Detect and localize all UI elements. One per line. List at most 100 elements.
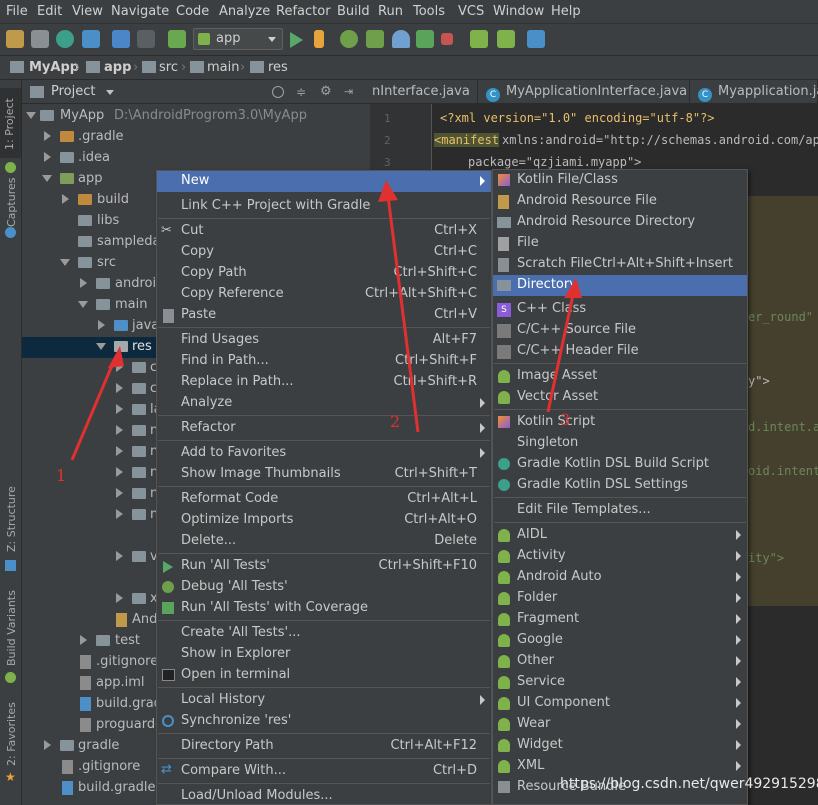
menu-code[interactable]: Code [176, 4, 209, 19]
submenu-item-singleton[interactable]: Singleton [493, 433, 747, 454]
submenu-item-service[interactable]: Service [493, 672, 747, 693]
submenu-item-file[interactable]: File [493, 233, 747, 254]
menu-item-find-in-path[interactable]: Find in Path... Ctrl+Shift+F [157, 351, 491, 372]
menu-item-run-coverage[interactable]: Run 'All Tests' with Coverage [157, 598, 491, 619]
chevron-right-icon[interactable] [116, 488, 123, 498]
gear-icon[interactable]: ⚙ [320, 84, 332, 99]
menu-item-show-in-explorer[interactable]: Show in Explorer [157, 644, 491, 665]
breadcrumb-item[interactable]: src [159, 60, 178, 75]
submenu-item-edit-templates[interactable]: Edit File Templates... [493, 500, 747, 521]
submenu-item-scratch-file[interactable]: Scratch File Ctrl+Alt+Shift+Insert [493, 254, 747, 275]
tool-tab-project[interactable]: 1: Project [0, 88, 21, 158]
menu-navigate[interactable]: Navigate [111, 4, 169, 19]
menu-build[interactable]: Build [337, 4, 370, 19]
avd-manager-icon[interactable] [497, 30, 515, 48]
sync-icon[interactable] [56, 30, 74, 48]
submenu-item-cpp-header[interactable]: C/C++ Header File [493, 341, 747, 362]
breadcrumb-item[interactable]: MyApp [29, 60, 79, 75]
coverage-icon[interactable] [416, 30, 434, 48]
menu-item-refactor[interactable]: Refactor [157, 418, 491, 439]
submenu-item-android-resource-file[interactable]: Android Resource File [493, 191, 747, 212]
tool-tab-favorites[interactable]: 2: Favorites [0, 700, 21, 770]
submenu-item-cpp-source[interactable]: C/C++ Source File [493, 320, 747, 341]
chevron-right-icon[interactable] [44, 131, 51, 141]
menu-view[interactable]: View [72, 4, 103, 19]
chevron-down-icon[interactable] [60, 259, 70, 266]
submenu-item-aidl[interactable]: AIDL [493, 525, 747, 546]
submenu-item-gradle-kotlin-build[interactable]: Gradle Kotlin DSL Build Script [493, 454, 747, 475]
submenu-item-image-asset[interactable]: Image Asset [493, 366, 747, 387]
submenu-item-gradle-kotlin-settings[interactable]: Gradle Kotlin DSL Settings [493, 475, 747, 496]
debug-icon[interactable] [340, 30, 358, 48]
sync-gradle-icon[interactable] [82, 30, 100, 48]
menu-item-analyze[interactable]: Analyze [157, 393, 491, 414]
breadcrumb-item[interactable]: app [104, 60, 131, 75]
submenu-item-kotlin-script[interactable]: Kotlin Script [493, 412, 747, 433]
tree-node[interactable]: .gradle [22, 127, 370, 148]
scroll-from-source-icon[interactable] [272, 86, 284, 98]
chevron-right-icon[interactable] [116, 362, 123, 372]
tree-node[interactable]: MyApp D:\AndroidProgrom3.0\MyApp [22, 106, 370, 127]
menu-item-load-unload-modules[interactable]: Load/Unload Modules... [157, 786, 491, 805]
chevron-right-icon[interactable] [62, 194, 69, 204]
forward-icon[interactable] [137, 30, 155, 48]
editor-tab[interactable]: C Myapplication.java [690, 80, 818, 104]
submenu-item-kotlin-file[interactable]: Kotlin File/Class [493, 170, 747, 191]
submenu-item-google[interactable]: Google [493, 630, 747, 651]
tool-tab-build-variants[interactable]: Build Variants [0, 590, 21, 670]
chevron-right-icon[interactable] [116, 383, 123, 393]
menu-tools[interactable]: Tools [413, 4, 445, 19]
menu-item-replace-in-path[interactable]: Replace in Path... Ctrl+Shift+R [157, 372, 491, 393]
menu-edit[interactable]: Edit [37, 4, 62, 19]
chevron-right-icon[interactable] [116, 425, 123, 435]
menu-file[interactable]: File [6, 4, 28, 19]
menu-item-delete[interactable]: Delete... Delete [157, 531, 491, 552]
stop-icon[interactable] [441, 33, 453, 45]
breadcrumb-item[interactable]: main [207, 60, 239, 75]
chevron-right-icon[interactable] [116, 509, 123, 519]
open-folder-icon[interactable] [6, 30, 24, 48]
submenu-item-wear[interactable]: Wear [493, 714, 747, 735]
menu-item-copy[interactable]: Copy Ctrl+C [157, 242, 491, 263]
menu-item-create-tests[interactable]: Create 'All Tests'... [157, 623, 491, 644]
submenu-item-folder[interactable]: Folder [493, 588, 747, 609]
menu-item-open-terminal[interactable]: Open in terminal [157, 665, 491, 686]
profile-icon[interactable] [392, 30, 410, 48]
menu-run[interactable]: Run [378, 4, 403, 19]
chevron-right-icon[interactable] [116, 551, 123, 561]
submenu-item-android-resource-directory[interactable]: Android Resource Directory [493, 212, 747, 233]
menu-item-copy-reference[interactable]: Copy Reference Ctrl+Alt+Shift+C [157, 284, 491, 305]
menu-item-new[interactable]: New [157, 171, 491, 192]
submenu-item-fragment[interactable]: Fragment [493, 609, 747, 630]
menu-item-paste[interactable]: Paste Ctrl+V [157, 305, 491, 326]
tree-node[interactable]: .idea [22, 148, 370, 169]
tool-tab-structure[interactable]: Z: Structure [0, 486, 21, 560]
collapse-all-icon[interactable]: ≑ [296, 85, 306, 99]
save-icon[interactable] [31, 30, 49, 48]
menu-item-find-usages[interactable]: Find Usages Alt+F7 [157, 330, 491, 351]
submenu-item-directory[interactable]: Directory [493, 275, 747, 296]
menu-analyze[interactable]: Analyze [219, 4, 270, 19]
submenu-item-ui-component[interactable]: UI Component [493, 693, 747, 714]
menu-item-run-tests[interactable]: Run 'All Tests' Ctrl+Shift+F10 [157, 556, 491, 577]
chevron-right-icon[interactable] [116, 404, 123, 414]
menu-vcs[interactable]: VCS [458, 4, 484, 19]
menu-window[interactable]: Window [493, 4, 544, 19]
project-structure-icon[interactable] [527, 30, 545, 48]
make-hammer-icon[interactable] [168, 30, 186, 48]
chevron-right-icon[interactable] [116, 593, 123, 603]
chevron-right-icon[interactable] [44, 740, 51, 750]
menu-item-compare-with[interactable]: ⇄ Compare With... Ctrl+D [157, 761, 491, 782]
chevron-right-icon[interactable] [80, 635, 87, 645]
hide-icon[interactable]: ⇥ [344, 85, 353, 98]
menu-item-add-to-favorites[interactable]: Add to Favorites [157, 443, 491, 464]
menu-item-reformat-code[interactable]: Reformat Code Ctrl+Alt+L [157, 489, 491, 510]
menu-item-directory-path[interactable]: Directory Path Ctrl+Alt+F12 [157, 736, 491, 757]
menu-item-link-cpp[interactable]: Link C++ Project with Gradle [157, 196, 491, 217]
submenu-item-cpp-class[interactable]: S C++ Class [493, 299, 747, 320]
menu-refactor[interactable]: Refactor [276, 4, 331, 19]
chevron-right-icon[interactable] [80, 278, 87, 288]
submenu-item-activity[interactable]: Activity [493, 546, 747, 567]
chevron-right-icon[interactable] [116, 446, 123, 456]
chevron-down-icon[interactable] [42, 175, 52, 182]
